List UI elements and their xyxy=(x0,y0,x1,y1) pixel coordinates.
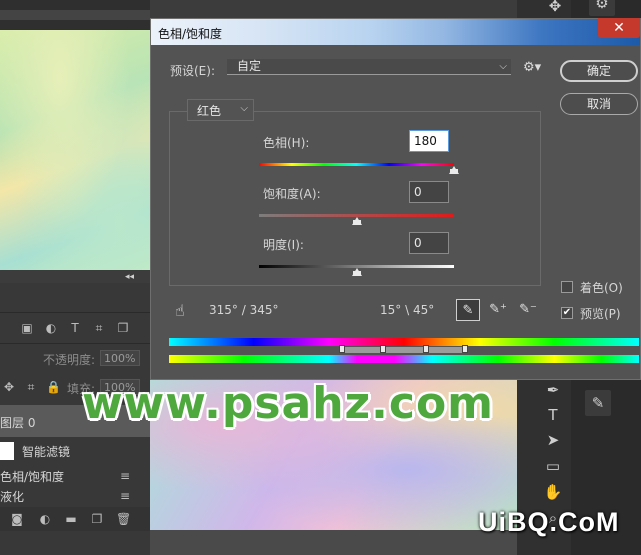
filter-item-liquify[interactable]: 液化 xyxy=(0,488,24,505)
color-range-bar[interactable] xyxy=(339,347,466,353)
document-canvas-left xyxy=(0,30,150,270)
eyedropper-subtract-icon[interactable]: ✎⁻ xyxy=(516,299,540,321)
dialog-titlebar[interactable]: 色相/饱和度 ✕ xyxy=(151,18,640,45)
image-filter-icon[interactable]: ▣ xyxy=(20,321,34,335)
opacity-field[interactable]: 100% xyxy=(100,350,140,366)
top-strip-bar xyxy=(0,10,150,20)
saturation-label: 饱和度(A): xyxy=(263,187,321,201)
lightness-slider-thumb[interactable] xyxy=(351,268,362,276)
close-button[interactable]: ✕ xyxy=(598,18,640,38)
range-slider-handle[interactable] xyxy=(423,345,429,353)
adjustment-panel xyxy=(169,111,541,286)
cancel-button[interactable]: 取消 xyxy=(560,93,638,115)
layer-name: 图层 0 xyxy=(0,416,36,430)
panel-button-icon[interactable]: ⚙ xyxy=(589,0,615,16)
eyedropper-icon[interactable]: ✎ xyxy=(456,299,480,321)
lock-all-icon[interactable]: 🔒 xyxy=(46,380,61,394)
canvas-bottom-margin xyxy=(150,530,518,555)
lightness-label: 明度(I): xyxy=(263,238,304,252)
new-layer-icon[interactable]: ❐ xyxy=(90,512,104,526)
new-adjustment-icon[interactable]: ◐ xyxy=(38,512,52,526)
range-slider-handle[interactable] xyxy=(462,345,468,353)
colorize-checkbox[interactable] xyxy=(561,281,573,293)
saturation-slider-thumb[interactable] xyxy=(351,217,362,225)
channel-value: 红色 xyxy=(197,104,222,118)
preset-value: 自定 xyxy=(237,59,262,73)
preview-label: 预览(P) xyxy=(580,307,621,321)
dialog-title: 色相/饱和度 xyxy=(158,27,223,41)
panel-collapse-arrows[interactable]: ◂◂ xyxy=(125,272,134,282)
brush-panel-icon[interactable]: ✎ xyxy=(585,390,611,416)
filter-options-icon[interactable]: ≡ xyxy=(118,469,132,483)
range-left-readout: 315° / 345° xyxy=(209,303,279,317)
site-watermark: www.psahz.com xyxy=(82,378,495,429)
range-slider-handle[interactable] xyxy=(380,345,386,353)
lock-artboard-icon[interactable]: ⌗ xyxy=(24,380,38,394)
input-color-bar xyxy=(169,338,639,346)
rectangle-tool-icon[interactable]: ▭ xyxy=(543,456,563,476)
preset-label: 预设(E): xyxy=(170,64,215,78)
type-tool-icon[interactable]: T xyxy=(543,405,563,425)
checkmark-icon: ✔ xyxy=(562,307,572,318)
add-mask-icon[interactable]: ◙ xyxy=(10,512,24,526)
hue-slider-thumb[interactable] xyxy=(449,166,459,174)
saturation-input[interactable]: 0 xyxy=(409,181,449,203)
path-selection-tool-icon[interactable]: ➤ xyxy=(543,430,563,450)
hue-input[interactable]: 180 xyxy=(409,130,449,152)
move-tool-icon[interactable]: ✥ xyxy=(545,0,565,16)
shape-filter-icon[interactable]: ⌗ xyxy=(92,321,106,335)
trash-icon[interactable]: 🗑 xyxy=(116,512,131,526)
gear-icon[interactable]: ⚙▾ xyxy=(523,60,541,75)
channel-select[interactable]: 红色 ⌵ xyxy=(187,99,254,121)
top-strip xyxy=(0,0,150,30)
pen-tool-icon[interactable]: ✒ xyxy=(543,380,563,400)
smart-filter-label: 智能滤镜 xyxy=(22,445,71,459)
lightness-input[interactable]: 0 xyxy=(409,232,449,254)
filter-options-icon[interactable]: ≡ xyxy=(118,489,132,503)
output-color-bar xyxy=(169,355,639,363)
smart-object-filter-icon[interactable]: ❐ xyxy=(116,321,130,335)
opacity-label: 不透明度: xyxy=(43,353,96,367)
preview-checkbox[interactable]: ✔ xyxy=(561,307,573,319)
range-right-readout: 15° \ 45° xyxy=(380,303,435,317)
brand-watermark: UiBQ.CoM xyxy=(478,507,620,537)
preset-select[interactable]: 自定 ⌵ xyxy=(227,59,511,75)
eyedropper-add-icon[interactable]: ✎⁺ xyxy=(486,299,510,321)
ok-button[interactable]: 确定 xyxy=(560,60,638,82)
smart-filter-mask-thumbnail[interactable] xyxy=(0,442,14,460)
hand-tool-icon[interactable]: ✋ xyxy=(543,482,563,502)
type-filter-icon[interactable]: T xyxy=(68,321,82,335)
chevron-down-icon: ⌵ xyxy=(240,103,248,114)
close-icon: ✕ xyxy=(613,20,625,36)
chevron-down-icon: ⌵ xyxy=(499,61,507,72)
new-group-icon[interactable]: ▬ xyxy=(64,512,78,526)
range-slider-handle[interactable] xyxy=(339,345,345,353)
hue-slider-track[interactable] xyxy=(259,163,454,166)
filter-item-hue-saturation[interactable]: 色相/饱和度 xyxy=(0,468,64,485)
hue-saturation-dialog: 色相/饱和度 ✕ 预设(E): 自定 ⌵ ⚙▾ 确定 取消 红色 ⌵ 色相(H)… xyxy=(150,18,641,380)
adjustment-filter-icon[interactable]: ◐ xyxy=(44,321,58,335)
hue-label: 色相(H): xyxy=(263,136,310,150)
panel-divider xyxy=(0,343,150,344)
colorize-label: 着色(O) xyxy=(580,281,623,295)
targeted-adjustment-hand-icon[interactable]: ☝ xyxy=(175,301,185,320)
panel-divider xyxy=(0,312,150,313)
lock-position-icon[interactable]: ✥ xyxy=(2,380,16,394)
